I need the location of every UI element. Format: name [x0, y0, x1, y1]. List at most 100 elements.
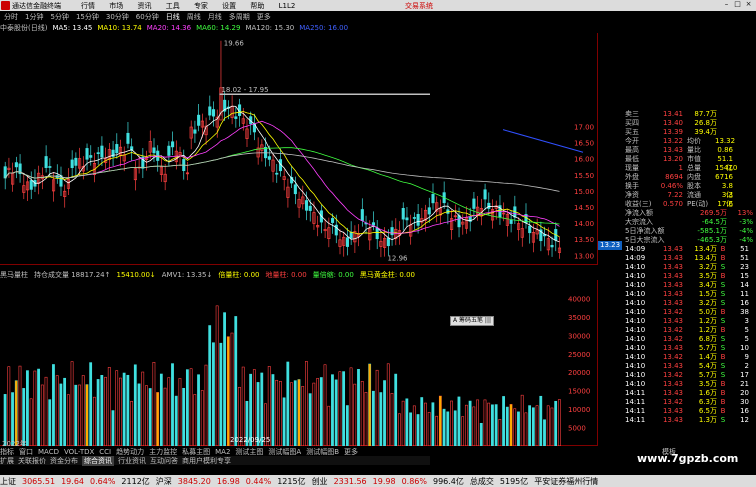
tick-time: 14:10: [625, 335, 646, 343]
volume-bar: [420, 397, 424, 446]
chip-popup[interactable]: A 筹码五笔 |||: [450, 316, 494, 326]
period-tab-10[interactable]: 更多: [257, 12, 271, 22]
info-tab-4[interactable]: 行业资讯: [118, 456, 146, 466]
period-tab-2[interactable]: 5分钟: [50, 12, 68, 22]
flow-pct: -4%: [739, 236, 753, 244]
volume-bar: [26, 370, 29, 446]
volume-bar: [163, 387, 167, 446]
tick-time: 14:10: [625, 308, 646, 316]
volume-bar: [476, 399, 479, 446]
period-tab-8[interactable]: 月线: [208, 12, 222, 22]
volume-bar: [37, 368, 40, 446]
volume-bar: [234, 316, 238, 446]
kline-chart[interactable]: 17.00 16.50 16.00 15.50 15.00 14.50 14.00 13.50…: [0, 33, 598, 265]
flow-value: -64.5万: [701, 218, 727, 226]
period-tab-6[interactable]: 日线: [166, 12, 180, 22]
highlight-volume-bar: [509, 404, 513, 446]
ask-row: 卖三 13.41 87.7万: [625, 110, 756, 119]
period-tab-4[interactable]: 30分钟: [106, 12, 129, 22]
volume-bar: [115, 370, 119, 446]
volume-bar: [215, 305, 219, 446]
minimize-icon[interactable]: –: [721, 0, 732, 8]
indicator-tab-8[interactable]: MA2: [215, 448, 230, 456]
volume-bar: [334, 379, 338, 446]
period-tab-1[interactable]: 1分钟: [25, 12, 43, 22]
menu-item-help[interactable]: 帮助: [250, 2, 264, 10]
tick-volume: 3.2万: [698, 299, 717, 307]
tick-time: 14:10: [625, 326, 646, 334]
menu-item-tools[interactable]: 工具: [166, 2, 180, 10]
ask-volume: 26.8万: [694, 119, 717, 127]
price-axis-label: 17.00: [574, 123, 594, 131]
indicator-tab-12[interactable]: 更多: [344, 447, 358, 457]
indicator-tab-9[interactable]: 测试主图: [235, 447, 263, 457]
menu-item-l1l2[interactable]: L1L2: [279, 2, 296, 10]
info-tab-5[interactable]: 互动问答: [150, 456, 178, 466]
period-tab-9[interactable]: 多周期: [229, 12, 250, 22]
volume-bar: [364, 392, 368, 446]
period-tab-7[interactable]: 周线: [187, 12, 201, 22]
indicator-tab-11[interactable]: 测试幅图B: [306, 447, 339, 457]
status-right-item: 5195亿: [499, 476, 529, 486]
tick-count: 16: [740, 299, 749, 307]
menu-item-quotes[interactable]: 行情: [81, 2, 95, 10]
indicator-tab-2[interactable]: MACD: [38, 448, 59, 456]
index-name[interactable]: 上证: [0, 476, 16, 487]
stat-value2: 51.1亿: [717, 155, 733, 172]
stat-value2: 6716: [715, 173, 733, 181]
stock-name[interactable]: 中泰股份(日线): [0, 23, 47, 33]
menu-item-news[interactable]: 资讯: [137, 2, 151, 10]
tick-price: 13.43: [662, 290, 683, 298]
volume-bar: [535, 405, 539, 446]
info-tab-1[interactable]: 关联报价: [18, 456, 46, 466]
info-tab-6[interactable]: 商用户模利专享: [182, 456, 231, 466]
flow-label: 净流入额: [625, 209, 653, 217]
info-tab-0[interactable]: 扩展: [0, 456, 14, 466]
indicator-tab-10[interactable]: 测试幅图A: [268, 447, 301, 457]
info-tab-2[interactable]: 资金分布: [50, 456, 78, 466]
index-name[interactable]: 沪深: [156, 476, 172, 487]
volume-bar: [431, 402, 435, 446]
maximize-icon[interactable]: □: [732, 0, 743, 8]
trade-system-link[interactable]: 交易系统: [405, 1, 433, 11]
index-name[interactable]: 创业: [312, 476, 328, 487]
stat-value2: 0.86: [717, 146, 733, 154]
menu-item-expert[interactable]: 专家: [194, 2, 208, 10]
indicator-tab-4[interactable]: CCI: [99, 448, 111, 456]
tick-price: 13.43: [662, 317, 683, 325]
tick-time: 14:11: [625, 398, 646, 406]
volume-bar: [442, 408, 446, 446]
stat-label2: 量比: [687, 146, 701, 154]
stat-row: 净资 7.22 流通 3.3亿: [625, 191, 756, 208]
candle-body: [126, 132, 130, 144]
volume-bar: [543, 419, 546, 446]
close-icon[interactable]: ×: [743, 0, 754, 8]
period-tab-5[interactable]: 60分钟: [136, 12, 159, 22]
stat-label2: 总量: [687, 164, 701, 172]
candle-body: [70, 159, 74, 169]
volume-chart[interactable]: 40000 35000 30000 25000 20000 15000 10000 5000 2…: [0, 280, 598, 446]
stat-row: 换手 0.46% 股本 3.8亿: [625, 182, 756, 199]
candle-body: [167, 145, 171, 156]
volume-bar: [524, 412, 528, 446]
tick-count: 20: [740, 389, 749, 397]
menu-item-market[interactable]: 市场: [109, 2, 123, 10]
tick-side: B: [720, 353, 726, 361]
volume-indicator-line: 黑马量柱 持仓成交量 18817.24↑ 15410.00↓ AMV1: 13.35↓…: [0, 270, 598, 280]
tick-time: 14:09: [625, 245, 646, 253]
tick-side: B: [720, 326, 726, 334]
volume-bar: [44, 376, 48, 446]
volume-bar: [505, 406, 509, 446]
volume-bar: [241, 366, 245, 446]
indicator-tab-3[interactable]: VOL-TDX: [64, 448, 94, 456]
index-pct: 0.64%: [90, 476, 116, 486]
info-tab-3[interactable]: 综合资讯: [82, 455, 114, 466]
stat-value2: 3.8亿: [721, 182, 733, 199]
period-tab-3[interactable]: 15分钟: [76, 12, 99, 22]
tick-volume: 3.5万: [698, 380, 717, 388]
volume-bar: [401, 400, 405, 446]
volume-indicator-label: 量倍缩: 0.00: [312, 271, 354, 279]
volume-bar: [468, 400, 472, 446]
period-tab-0[interactable]: 分时: [4, 12, 18, 22]
menu-item-settings[interactable]: 设置: [222, 2, 236, 10]
